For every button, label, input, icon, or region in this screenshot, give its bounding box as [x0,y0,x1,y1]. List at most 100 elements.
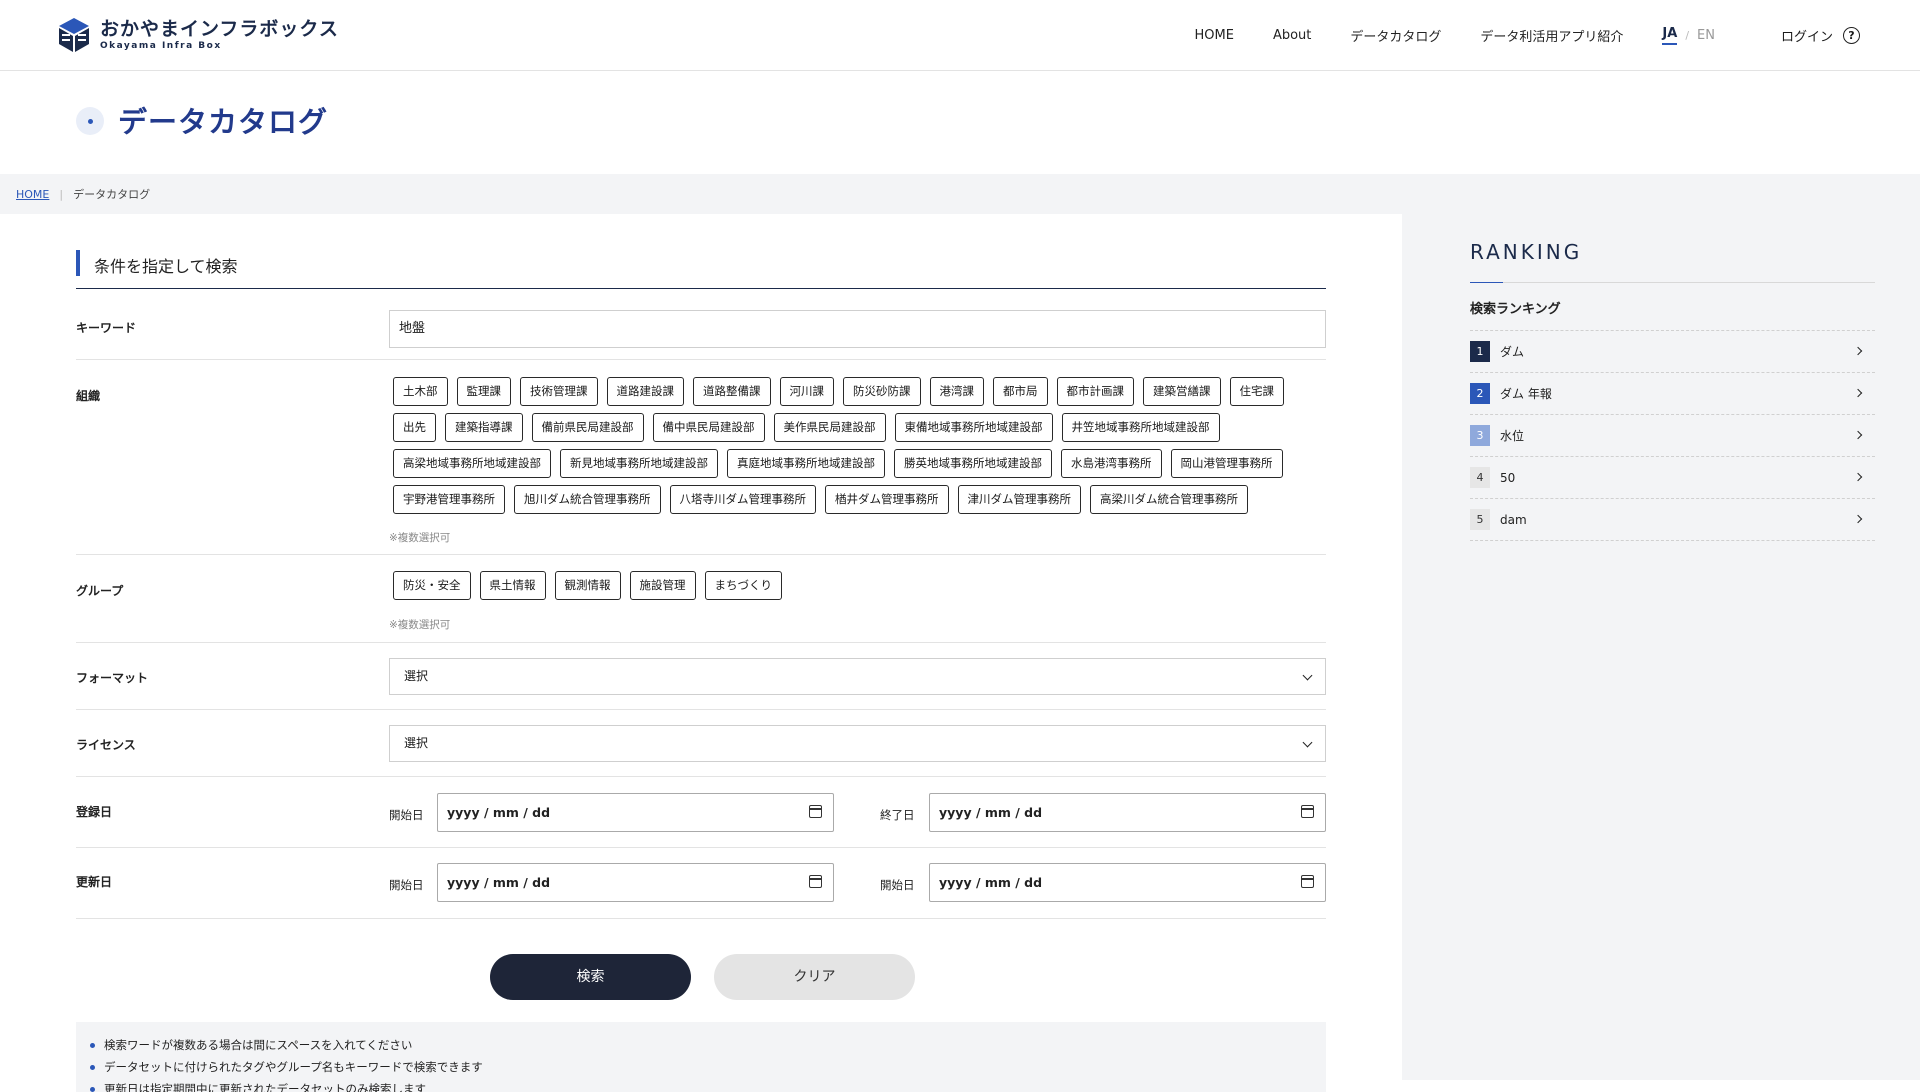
org-chip[interactable]: 旭川ダム統合管理事務所 [514,485,661,514]
org-chip[interactable]: 監理課 [456,377,511,406]
nav-about[interactable]: About [1273,28,1311,43]
search-tips: 検索ワードが複数ある場合は間にスペースを入れてください データセットに付けられた… [76,1022,1326,1092]
org-chip[interactable]: 東備地域事務所地域建設部 [894,413,1053,442]
breadcrumb-home[interactable]: HOME [16,188,49,201]
nav-home[interactable]: HOME [1194,28,1233,43]
org-chip[interactable]: 防災砂防課 [843,377,921,406]
ranking-item[interactable]: 4 50 [1470,457,1875,499]
login-link[interactable]: ログイン [1781,26,1833,45]
ranking-item[interactable]: 1 ダム [1470,331,1875,373]
ranking-title: RANKING [1470,240,1583,264]
org-chip[interactable]: 津川ダム管理事務所 [957,485,1081,514]
lang-ja[interactable]: JA [1662,26,1678,45]
org-chip[interactable]: 水島港湾事務所 [1061,449,1162,478]
date-placeholder: yyyy / mm / dd [447,805,551,820]
org-chip[interactable]: 出先 [393,413,436,442]
org-chip[interactable]: 八塔寺川ダム管理事務所 [669,485,816,514]
registered-start-label: 開始日 [389,808,424,822]
ranking-keyword: ダム [1500,345,1525,359]
ranking-keyword: 水位 [1500,429,1525,443]
calendar-icon[interactable] [808,875,822,888]
tip-item: 更新日は指定期間中に更新されたデータセットのみ検索します [90,1078,1312,1092]
help-icon[interactable]: ? [1843,27,1860,44]
lang-separator: / [1685,29,1690,42]
keyword-input[interactable]: 地盤 [389,310,1326,348]
search-section-header: 条件を指定して検索 [76,249,1326,289]
registered-end-date-input[interactable]: yyyy / mm / dd [929,793,1326,832]
calendar-icon[interactable] [808,805,822,818]
updated-end-label: 開始日 [880,878,915,892]
group-chip[interactable]: 防災・安全 [393,571,471,600]
license-select[interactable]: 選択 [389,725,1326,762]
nav-data-catalog[interactable]: データカタログ [1350,26,1441,45]
org-label: 組織 [76,389,101,403]
org-chip[interactable]: 備中県民局建設部 [652,413,765,442]
date-placeholder: yyyy / mm / dd [939,805,1043,820]
updated-start-label: 開始日 [389,878,424,892]
ranking-item[interactable]: 2 ダム 年報 [1470,373,1875,415]
updated-date-label: 更新日 [76,875,113,889]
org-chip[interactable]: 都市計画課 [1056,377,1134,406]
ranking-item[interactable]: 5 dam [1470,499,1875,541]
org-chip[interactable]: 勝英地域事務所地域建設部 [894,449,1052,478]
ranking-number: 3 [1470,425,1490,446]
calendar-icon[interactable] [1300,805,1314,818]
group-chip[interactable]: 施設管理 [629,571,696,600]
site-logo[interactable]: おかやまインフラボックス Okayama Infra Box [56,16,339,54]
chevron-down-icon [1302,737,1313,748]
org-chip[interactable]: 宇野港管理事務所 [393,485,505,514]
org-chip[interactable]: 技術管理課 [520,377,598,406]
org-chip[interactable]: 備前県民局建設部 [531,413,644,442]
group-chip[interactable]: 観測情報 [554,571,621,600]
org-chip[interactable]: 土木部 [393,377,448,406]
org-chip[interactable]: 港湾課 [929,377,984,406]
main-nav: HOME About データカタログ データ利活用アプリ紹介 JA / EN ロ… [1194,0,1860,71]
org-chip[interactable]: 新見地域事務所地域建設部 [560,449,718,478]
updated-end-date-input[interactable]: yyyy / mm / dd [929,863,1326,902]
org-chip[interactable]: 楢井ダム管理事務所 [825,485,949,514]
org-chip[interactable]: 道路整備課 [693,377,771,406]
lang-en[interactable]: EN [1697,28,1715,43]
org-chip[interactable]: 河川課 [779,377,834,406]
chevron-right-icon [1853,472,1863,482]
title-dot-icon [76,107,104,135]
org-multi-note: ※複数選択可 [389,532,451,544]
org-chip[interactable]: 真庭地域事務所地域建設部 [727,449,885,478]
org-chip[interactable]: 建築営繕課 [1143,377,1221,406]
date-placeholder: yyyy / mm / dd [447,875,551,890]
chevron-right-icon [1853,514,1863,524]
org-chip[interactable]: 都市局 [993,377,1048,406]
ranking-item[interactable]: 3 水位 [1470,415,1875,457]
org-chip[interactable]: 高梁川ダム統合管理事務所 [1090,485,1248,514]
search-button[interactable]: 検索 [490,954,691,1000]
org-chip[interactable]: 道路建設課 [606,377,684,406]
org-chip[interactable]: 高梁地域事務所地域建設部 [393,449,551,478]
tip-item: データセットに付けられたタグやグループ名もキーワードで検索できます [90,1056,1312,1078]
breadcrumb: HOME | データカタログ [16,186,150,202]
registered-start-date-input[interactable]: yyyy / mm / dd [437,793,834,832]
org-row: 組織 土木部 監理課 技術管理課 道路建設課 道路整備課 河川課 防災砂防課 港湾課 都市局 都市… [76,360,1326,555]
logo-subtitle: Okayama Infra Box [100,41,222,51]
org-chip[interactable]: 井笠地域事務所地域建設部 [1061,413,1220,442]
clear-button[interactable]: クリア [714,954,915,1000]
org-chip[interactable]: 住宅課 [1229,377,1284,406]
ranking-subtitle: 検索ランキング [1470,298,1875,331]
nav-apps[interactable]: データ利活用アプリ紹介 [1480,26,1623,45]
group-chip[interactable]: まちづくり [704,571,782,600]
group-row: グループ 防災・安全 県土情報 観測情報 施設管理 まちづくり ※複数選択可 [76,555,1326,643]
ranking-number: 1 [1470,341,1490,362]
org-chip-list: 土木部 監理課 技術管理課 道路建設課 道路整備課 河川課 防災砂防課 港湾課 都市局 都市計画課… [393,377,1333,521]
ranking-divider [1470,282,1875,283]
org-chip[interactable]: 美作県民局建設部 [773,413,886,442]
license-select-value: 選択 [404,736,429,750]
calendar-icon[interactable] [1300,875,1314,888]
group-chip[interactable]: 県土情報 [479,571,546,600]
org-chip[interactable]: 建築指導課 [445,413,523,442]
chevron-right-icon [1853,430,1863,440]
ranking-keyword: 50 [1500,470,1516,485]
format-select[interactable]: 選択 [389,658,1326,695]
updated-start-date-input[interactable]: yyyy / mm / dd [437,863,834,902]
date-placeholder: yyyy / mm / dd [939,875,1043,890]
site-header: おかやまインフラボックス Okayama Infra Box HOME Abou… [0,0,1920,71]
org-chip[interactable]: 岡山港管理事務所 [1170,449,1283,478]
